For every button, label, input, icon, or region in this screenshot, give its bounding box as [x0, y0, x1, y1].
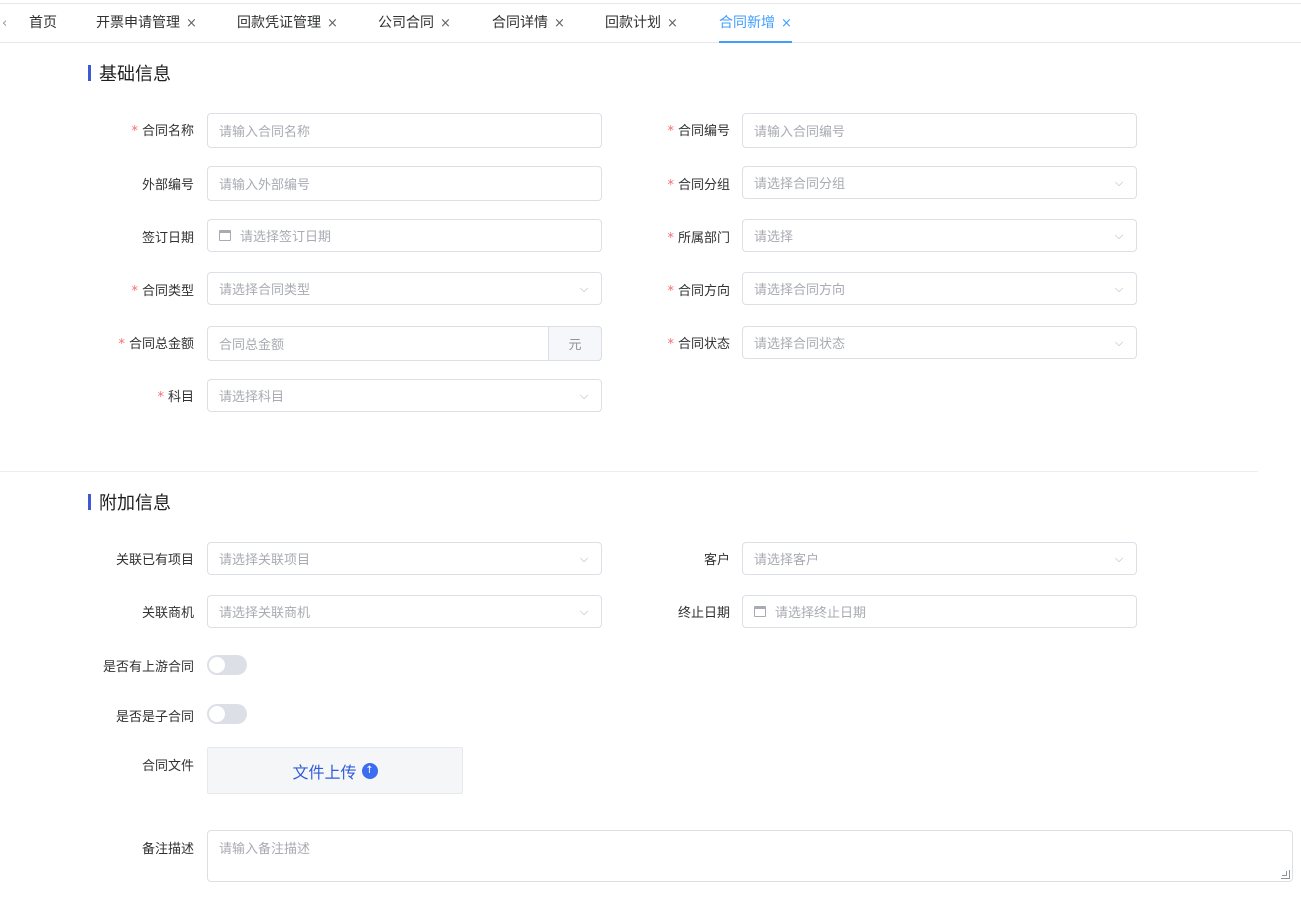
- placeholder: 请选择合同分组: [754, 177, 846, 192]
- department-select[interactable]: 请选择 ⌵: [742, 219, 1137, 252]
- placeholder: 请选择: [754, 230, 794, 245]
- chevron-down-icon: ⌵: [1114, 335, 1124, 349]
- has-upstream-toggle[interactable]: [207, 655, 247, 675]
- subject-select[interactable]: 请选择科目 ⌵: [207, 379, 602, 412]
- section-bar: [88, 494, 91, 510]
- tab-bar: ‹ 首页 开票申请管理 × 回款凭证管理 × 公司合同 × 合同详情 × 回款计划 × 合…: [0, 3, 1301, 43]
- chevron-down-icon: ⌵: [1114, 175, 1124, 189]
- tab-payment-plan[interactable]: 回款计划 ×: [605, 4, 678, 43]
- close-icon[interactable]: ×: [667, 16, 678, 31]
- placeholder: 请输入合同编号: [754, 125, 846, 140]
- resize-handle-icon[interactable]: [1281, 870, 1290, 879]
- tab-payment-voucher[interactable]: 回款凭证管理 ×: [237, 4, 338, 43]
- chevron-down-icon: ⌵: [1114, 281, 1124, 295]
- chevron-down-icon: ⌵: [1114, 551, 1124, 565]
- end-date-picker[interactable]: 请选择终止日期: [742, 595, 1137, 628]
- tab-label: 首页: [29, 15, 57, 31]
- section-bar: [88, 65, 91, 81]
- close-icon[interactable]: ×: [327, 16, 338, 31]
- is-sub-toggle[interactable]: [207, 704, 247, 724]
- tab-label: 公司合同: [378, 15, 434, 31]
- section-divider: [0, 471, 1258, 472]
- label-text: 合同分组: [677, 178, 730, 193]
- placeholder: 请选择终止日期: [775, 606, 867, 621]
- label-end-date: 终止日期: [0, 602, 730, 621]
- section-extra-info: 附加信息: [88, 490, 171, 514]
- section-title: 基础信息: [99, 64, 171, 85]
- cloud-upload-icon: ↑: [361, 762, 378, 779]
- label-text: 合同编号: [677, 124, 730, 139]
- required-mark: *: [667, 178, 674, 193]
- calendar-icon: [754, 606, 766, 617]
- tab-label: 开票申请管理: [96, 15, 180, 31]
- label-department: * 所属部门: [0, 227, 730, 246]
- label-is-sub: 是否是子合同: [0, 706, 194, 725]
- tab-company-contract[interactable]: 公司合同 ×: [378, 4, 451, 43]
- tab-label: 合同新增: [719, 15, 775, 31]
- required-mark: *: [667, 284, 674, 299]
- chevron-down-icon: ⌵: [1114, 228, 1124, 242]
- close-icon[interactable]: ×: [554, 16, 565, 31]
- section-basic-info: 基础信息: [88, 61, 171, 85]
- tab-label: 回款计划: [605, 15, 661, 31]
- label-contract-group: * 合同分组: [0, 174, 730, 193]
- close-icon[interactable]: ×: [781, 16, 792, 31]
- contract-direction-select[interactable]: 请选择合同方向 ⌵: [742, 272, 1137, 305]
- label-remark: 备注描述: [0, 838, 194, 857]
- required-mark: *: [667, 231, 674, 246]
- placeholder: 请选择合同状态: [754, 337, 846, 352]
- contract-no-input[interactable]: 请输入合同编号: [742, 113, 1137, 148]
- tab-home[interactable]: 首页: [29, 4, 57, 43]
- section-title: 附加信息: [99, 493, 171, 514]
- tab-contract-add[interactable]: 合同新增 ×: [719, 4, 792, 43]
- required-mark: *: [667, 337, 674, 352]
- placeholder: 请选择科目: [219, 390, 285, 405]
- label-contract-file: 合同文件: [0, 755, 194, 774]
- placeholder: 请选择合同方向: [754, 283, 846, 298]
- label-text: 合同状态: [677, 337, 730, 352]
- label-text: 科目: [167, 390, 194, 405]
- label-text: 备注描述: [141, 842, 194, 857]
- label-contract-status: * 合同状态: [0, 333, 730, 352]
- label-has-upstream: 是否有上游合同: [0, 656, 194, 675]
- file-upload-button[interactable]: 文件上传 ↑: [207, 747, 463, 794]
- remark-textarea[interactable]: 请输入备注描述: [207, 830, 1293, 882]
- label-text: 所属部门: [677, 231, 730, 246]
- tab-invoice-apply[interactable]: 开票申请管理 ×: [96, 4, 197, 43]
- label-text: 客户: [703, 553, 730, 568]
- tab-label: 合同详情: [492, 15, 548, 31]
- toggle-knob: [209, 657, 225, 673]
- contract-group-select[interactable]: 请选择合同分组 ⌵: [742, 166, 1137, 199]
- label-text: 是否是子合同: [115, 710, 194, 725]
- placeholder: 请输入备注描述: [219, 842, 311, 857]
- close-icon[interactable]: ×: [440, 16, 451, 31]
- close-icon[interactable]: ×: [186, 16, 197, 31]
- label-subject: * 科目: [0, 386, 194, 405]
- placeholder: 请选择客户: [754, 553, 820, 568]
- contract-status-select[interactable]: 请选择合同状态 ⌵: [742, 326, 1137, 359]
- tab-scroll-left-icon[interactable]: ‹: [2, 16, 7, 31]
- label-text: 合同文件: [141, 759, 194, 774]
- customer-select[interactable]: 请选择客户 ⌵: [742, 542, 1137, 575]
- required-mark: *: [157, 390, 164, 405]
- tab-contract-detail[interactable]: 合同详情 ×: [492, 4, 565, 43]
- required-mark: *: [667, 124, 674, 139]
- label-text: 合同方向: [677, 284, 730, 299]
- label-text: 终止日期: [677, 606, 730, 621]
- label-contract-no: * 合同编号: [0, 120, 730, 139]
- label-customer: 客户: [0, 549, 730, 568]
- label-text: 是否有上游合同: [102, 660, 194, 675]
- tab-label: 回款凭证管理: [237, 15, 321, 31]
- chevron-down-icon: ⌵: [579, 388, 589, 402]
- toggle-knob: [209, 706, 225, 722]
- label-contract-direction: * 合同方向: [0, 280, 730, 299]
- upload-label: 文件上传: [292, 762, 357, 782]
